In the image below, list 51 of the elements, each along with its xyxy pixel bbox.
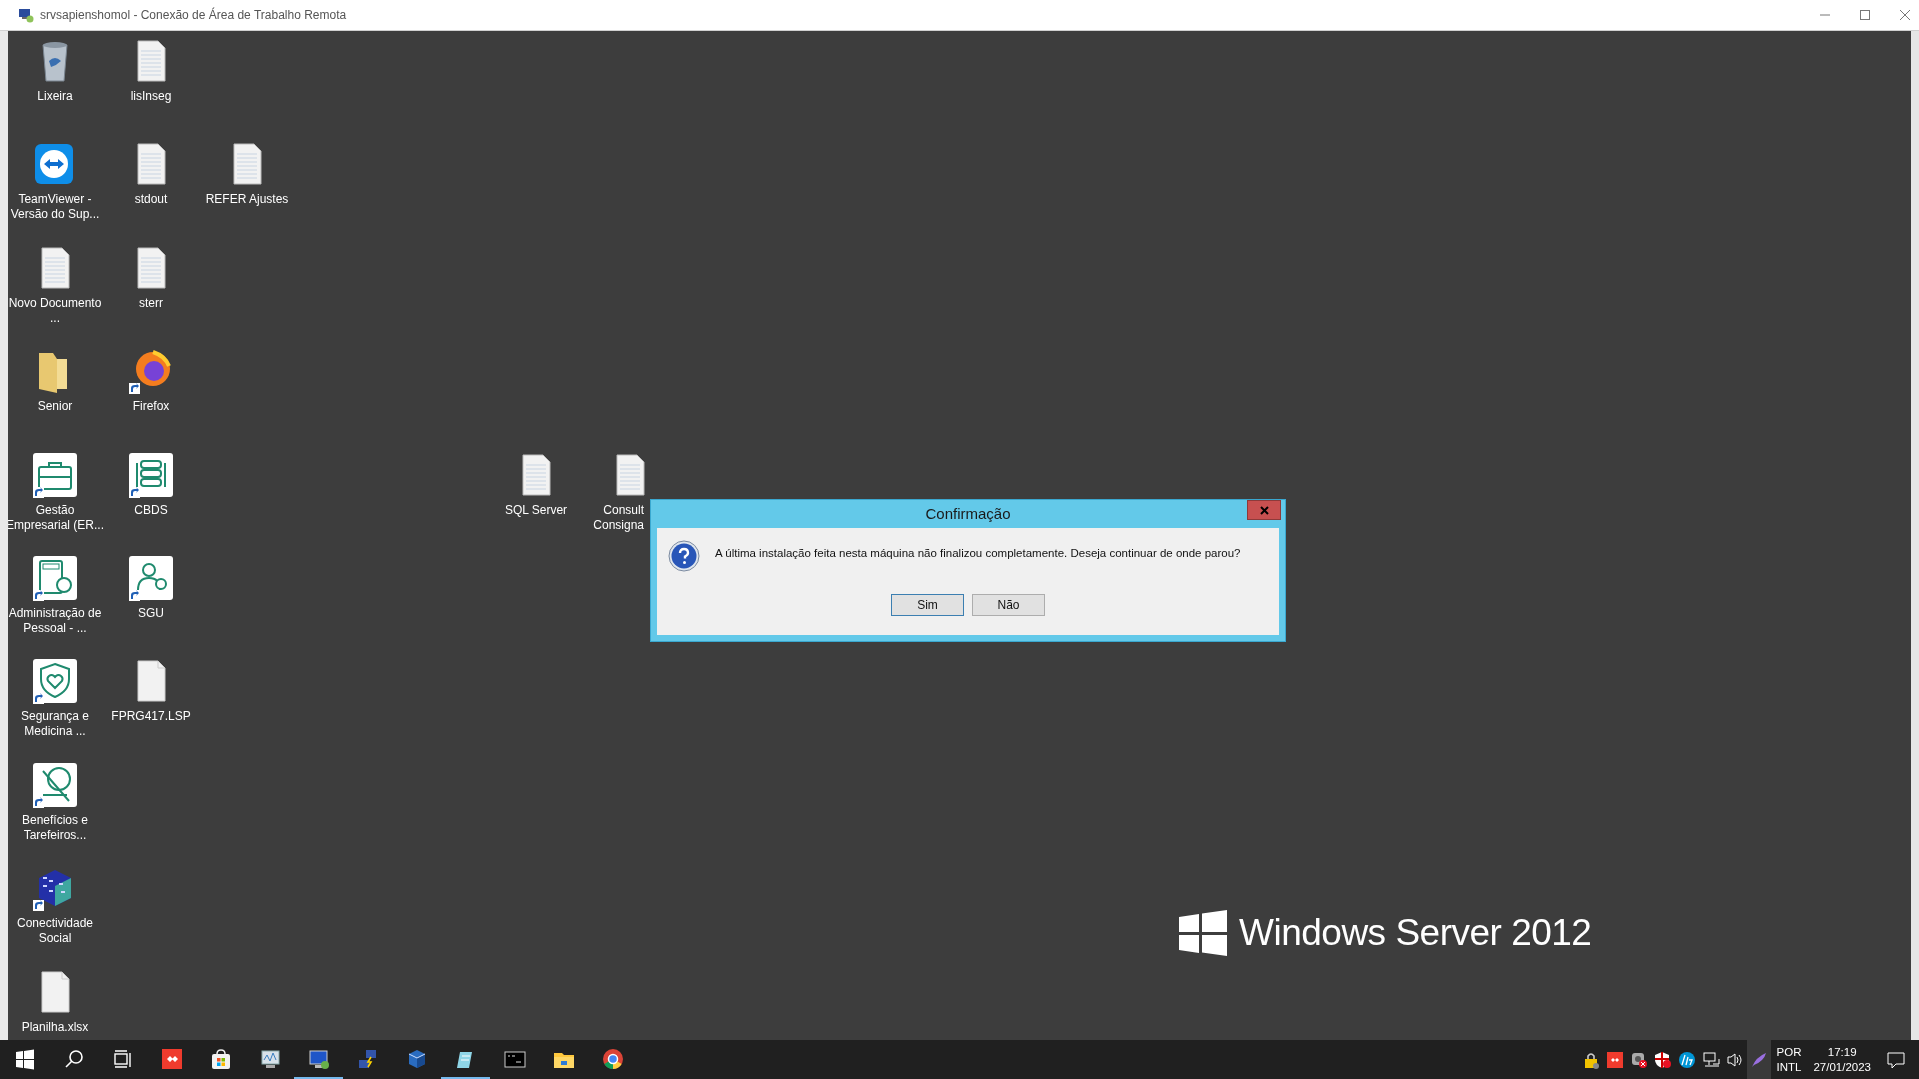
- icon-label[interactable]: Planilha.xlsx: [21, 1019, 89, 1035]
- icon-label[interactable]: Consult Consigna: [584, 502, 644, 533]
- icon-label[interactable]: Lixeira: [37, 89, 73, 104]
- wallpaper-text: Windows Server 2012: [1239, 911, 1592, 955]
- question-icon: [668, 540, 700, 572]
- performance-monitor-icon: [258, 1047, 281, 1070]
- icon-label[interactable]: lisInseg: [130, 89, 172, 104]
- language-indicator[interactable]: POR INTL: [1776, 1044, 1802, 1075]
- icon-label[interactable]: Senior: [37, 399, 73, 415]
- shopping-bag-icon: [209, 1047, 232, 1070]
- remote-desktop-icon: [18, 7, 34, 23]
- dialog-button[interactable]: Não: [972, 594, 1045, 616]
- remote-desktop-icon: [307, 1047, 330, 1070]
- windows-logo-icon: [1179, 909, 1227, 956]
- volume-icon[interactable]: [1725, 1050, 1744, 1069]
- icon-label[interactable]: stdout: [134, 192, 168, 208]
- icon-label[interactable]: SQL Server: [504, 502, 568, 518]
- windows-start-icon: [13, 1047, 36, 1070]
- browser-icon: [601, 1047, 624, 1070]
- icon-label[interactable]: Firefox: [132, 399, 170, 415]
- window-title: srvsapienshomol - Conexão de Área de Trabalho Remota: [40, 6, 347, 24]
- dialog-message: A última instalação feita nesta máquina não finalizou completamente. Deseja continuar de onde parou?: [715, 546, 1241, 561]
- notification-icon[interactable]: [1887, 1050, 1905, 1069]
- close-icon: [1259, 505, 1269, 515]
- dialog-button[interactable]: Sim: [891, 594, 964, 616]
- icon-label[interactable]: REFER Ajustes: [205, 192, 289, 208]
- icon-label[interactable]: Benefícios e Tarefeiros...: [8, 812, 105, 843]
- icon-label[interactable]: FPRG417.LSP: [111, 709, 191, 725]
- feather-icon[interactable]: [1749, 1050, 1768, 1069]
- icon-label[interactable]: Segurança e Medicina ...: [8, 709, 105, 740]
- icon-label[interactable]: Administração de Pessoal - ...: [8, 606, 105, 636]
- gear-error-icon[interactable]: [1629, 1050, 1648, 1069]
- network-icon[interactable]: [1701, 1050, 1720, 1069]
- diamond-app-icon: [160, 1047, 183, 1070]
- task-view-icon: [111, 1047, 134, 1070]
- clock[interactable]: 17:19 27/01/2023: [1813, 1044, 1871, 1075]
- scrollbar[interactable]: [1911, 31, 1919, 1040]
- network-computers-icon: [356, 1047, 379, 1070]
- icon-label[interactable]: SGU: [138, 606, 164, 621]
- diamond-app-icon[interactable]: [1605, 1050, 1624, 1069]
- icon-label[interactable]: sterr: [139, 295, 163, 311]
- close-button[interactable]: [1247, 500, 1281, 520]
- dialog-title: Confirmação: [925, 503, 1011, 524]
- icon-label[interactable]: Conectividade Social: [8, 916, 105, 947]
- round-logo-icon[interactable]: [1677, 1050, 1696, 1069]
- icon-label[interactable]: Novo Documento ...: [8, 295, 105, 326]
- icon-label[interactable]: TeamViewer - Versão do Sup...: [8, 192, 105, 223]
- maximize-icon[interactable]: [1859, 9, 1871, 21]
- shield-error-icon[interactable]: [1653, 1050, 1672, 1069]
- close-icon[interactable]: [1899, 9, 1911, 21]
- icon-label[interactable]: CBDS: [134, 502, 168, 518]
